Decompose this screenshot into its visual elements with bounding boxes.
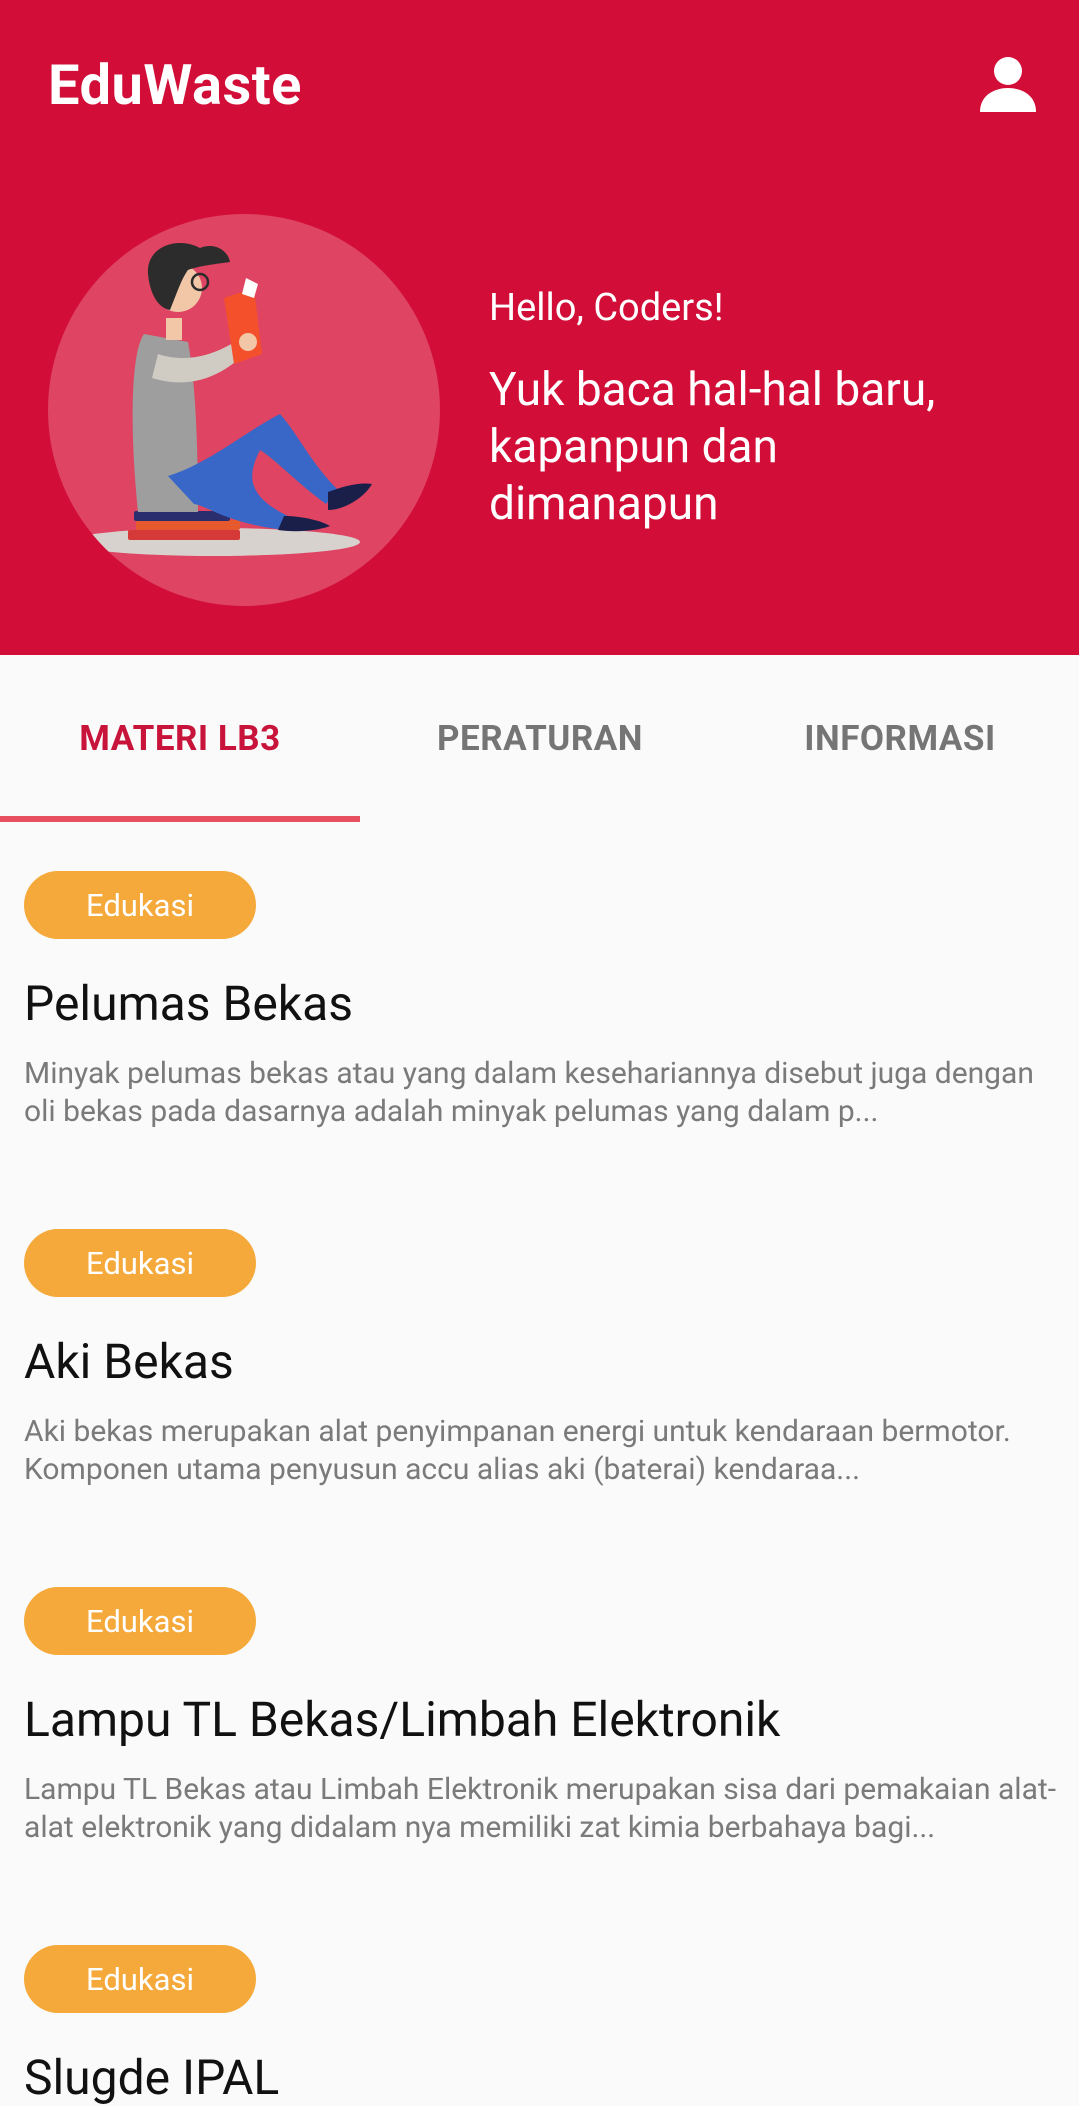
article-description: Minyak pelumas bekas atau yang dalam kes… xyxy=(24,1056,1034,1129)
hero-tagline: Yuk baca hal-hal baru, kapanpun dan dima… xyxy=(489,363,936,531)
category-badge: Edukasi xyxy=(24,1945,256,2013)
app-title: EduWaste xyxy=(48,52,302,118)
article-title: Slugde IPAL xyxy=(24,2049,280,2106)
category-badge: Edukasi xyxy=(24,1229,256,1297)
hero-illustration xyxy=(48,214,440,606)
list-item[interactable]: Edukasi Slugde IPAL xyxy=(0,1945,1079,2106)
tab-peraturan[interactable]: PERATURAN xyxy=(360,655,720,822)
category-badge: Edukasi xyxy=(24,1587,256,1655)
article-description: Aki bekas merupakan alat penyimpanan ene… xyxy=(24,1414,1011,1487)
list-item[interactable]: Edukasi Pelumas Bekas Minyak pelumas bek… xyxy=(0,871,1079,1171)
tab-materi-lb3[interactable]: MATERI LB3 xyxy=(0,655,360,822)
tab-informasi[interactable]: INFORMASI xyxy=(720,655,1079,822)
list-item[interactable]: Edukasi Lampu TL Bekas/Limbah Elektronik… xyxy=(0,1587,1079,1887)
tab-bar: MATERI LB3 PERATURAN INFORMASI xyxy=(0,655,1079,822)
person-icon[interactable] xyxy=(976,52,1040,116)
list-item[interactable]: Edukasi Aki Bekas Aki bekas merupakan al… xyxy=(0,1229,1079,1529)
app-header: EduWaste Hello, Coders! Yuk baca hal-hal… xyxy=(0,0,1079,655)
article-title: Lampu TL Bekas/Limbah Elektronik xyxy=(24,1691,781,1748)
hero-greeting: Hello, Coders! xyxy=(489,286,724,330)
tab-indicator xyxy=(0,816,360,822)
reading-person-illustration xyxy=(68,243,372,556)
article-title: Aki Bekas xyxy=(24,1333,234,1390)
article-description: Lampu TL Bekas atau Limbah Elektronik me… xyxy=(24,1772,1056,1845)
category-badge: Edukasi xyxy=(24,871,256,939)
article-title: Pelumas Bekas xyxy=(24,975,354,1032)
